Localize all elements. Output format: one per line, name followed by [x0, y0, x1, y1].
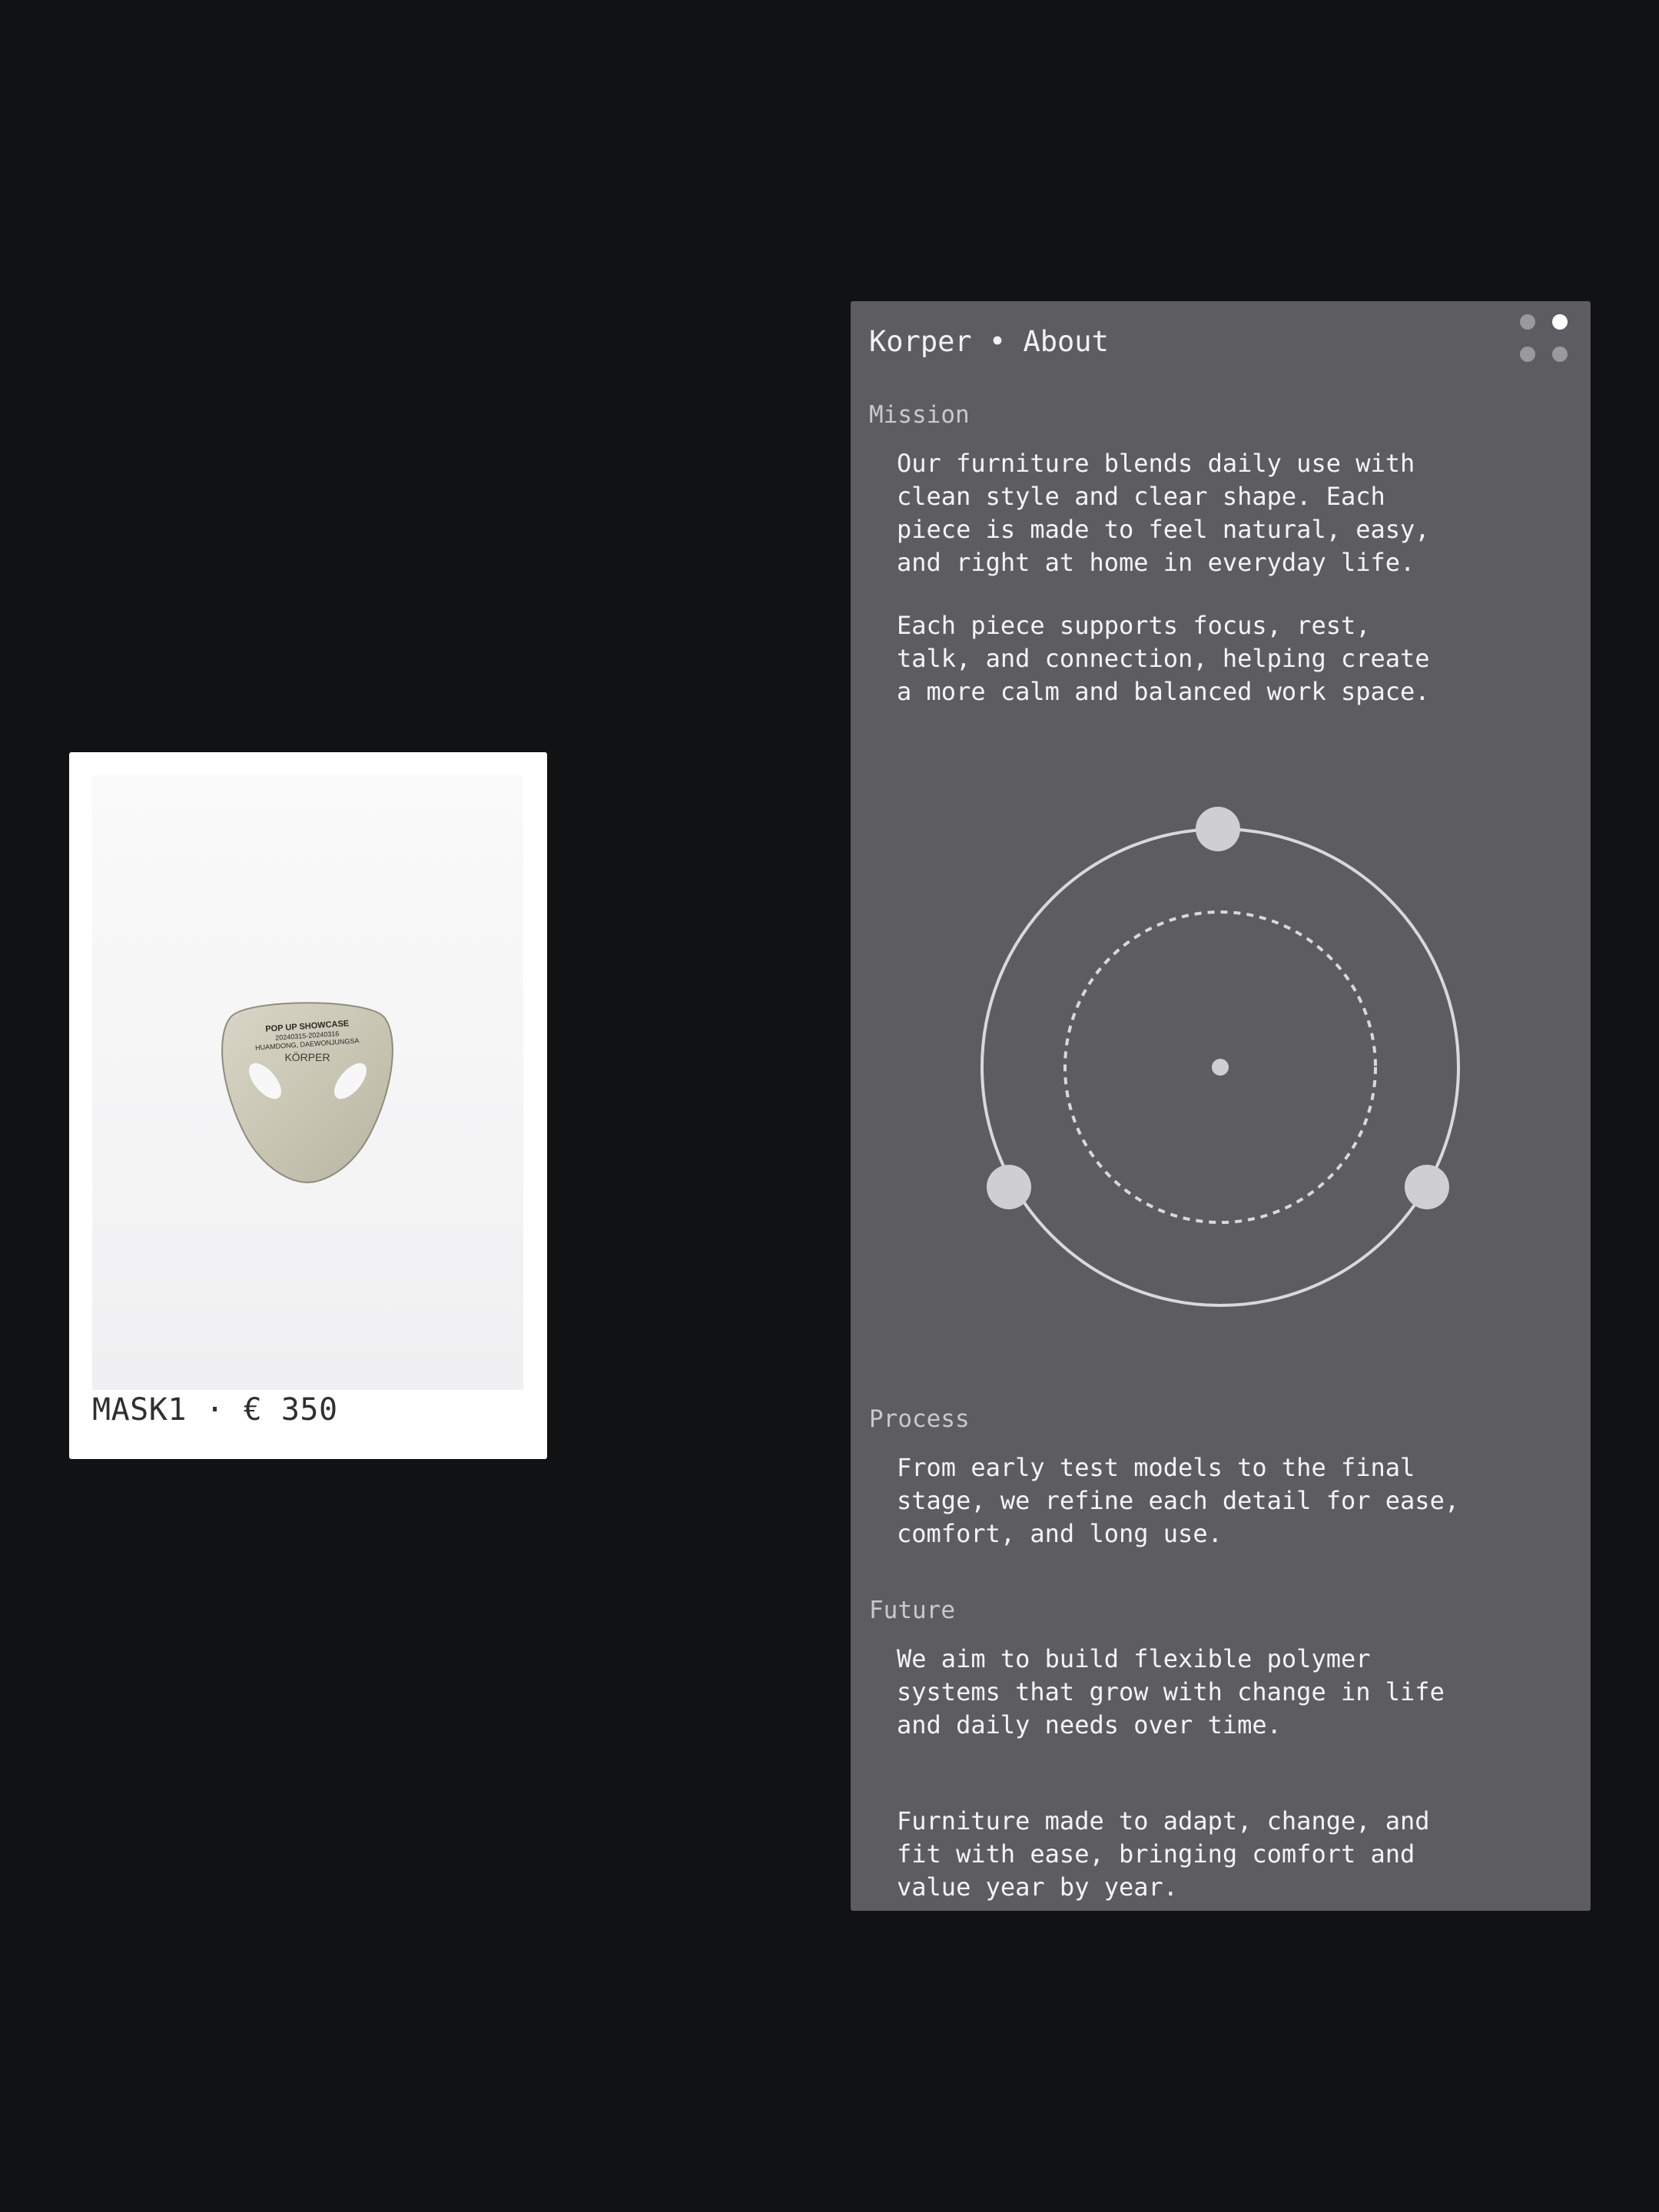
mask-engraving-brand: KÖRPER: [284, 1050, 330, 1063]
orbit-node-right[interactable]: [1405, 1165, 1449, 1209]
mission-paragraph-1: Our furniture blends daily use with clea…: [897, 449, 1430, 577]
mission-heading: Mission: [869, 401, 970, 429]
mission-body: Our furniture blends daily use with clea…: [897, 447, 1511, 579]
panel-title: Korper • About: [869, 325, 1109, 358]
window-dots: [1520, 314, 1574, 363]
orbit-node-top[interactable]: [1196, 807, 1240, 851]
future-heading: Future: [869, 1597, 955, 1624]
product-caption[interactable]: MASK1 · € 350: [92, 1387, 338, 1433]
mission-body-2: Each piece supports focus, rest, talk, a…: [897, 609, 1511, 708]
future-paragraph-1: We aim to build flexible polymer systems…: [897, 1644, 1445, 1739]
window-dot-1[interactable]: [1520, 314, 1535, 330]
mission-paragraph-2: Each piece supports focus, rest, talk, a…: [897, 611, 1430, 706]
orbit-node-left[interactable]: [987, 1165, 1031, 1209]
product-card[interactable]: POP UP SHOWCASE 20240315-20240316 HUAMDO…: [69, 752, 547, 1459]
future-paragraph-2: Furniture made to adapt, change, and fit…: [897, 1806, 1430, 1902]
future-body: We aim to build flexible polymer systems…: [897, 1643, 1511, 1742]
window-dot-2[interactable]: [1552, 314, 1568, 330]
process-heading: Process: [869, 1405, 970, 1433]
future-body-2: Furniture made to adapt, change, and fit…: [897, 1805, 1511, 1904]
center-node: [1212, 1059, 1229, 1076]
product-image[interactable]: POP UP SHOWCASE 20240315-20240316 HUAMDO…: [92, 775, 523, 1390]
window-dot-3[interactable]: [1520, 347, 1535, 362]
mask-illustration: POP UP SHOWCASE 20240315-20240316 HUAMDO…: [221, 1002, 393, 1184]
window-dot-4[interactable]: [1552, 347, 1568, 362]
orbit-diagram: [980, 807, 1460, 1307]
about-panel: Korper • About Mission Our furniture ble…: [851, 301, 1591, 1911]
process-paragraph-1: From early test models to the final stag…: [897, 1453, 1460, 1548]
process-body: From early test models to the final stag…: [897, 1451, 1511, 1550]
